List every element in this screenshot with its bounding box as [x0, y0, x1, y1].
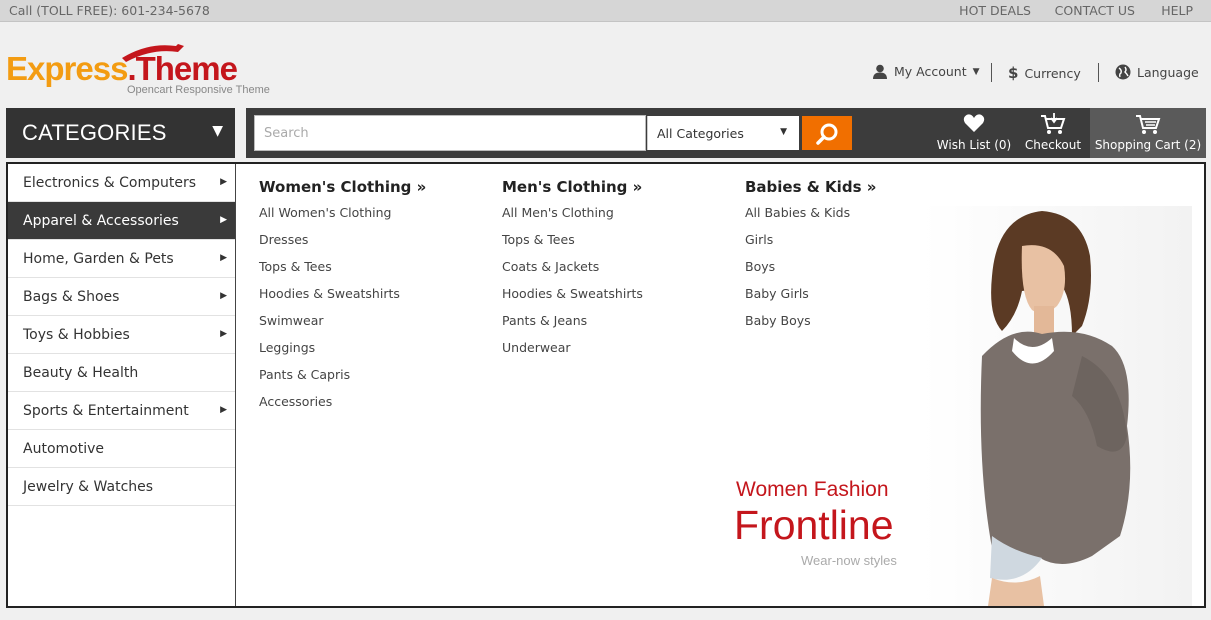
submenu-link[interactable]: Tops & Tees	[502, 232, 643, 259]
category-item-apparel[interactable]: Apparel & Accessories ▶	[8, 202, 235, 240]
submenu-link[interactable]: Coats & Jackets	[502, 259, 643, 286]
promo-line-1: Women Fashion	[736, 478, 889, 501]
category-item-label: Bags & Shoes	[23, 289, 120, 305]
divider	[991, 63, 992, 82]
globe-icon	[1115, 64, 1131, 80]
category-item-label: Automotive	[23, 441, 104, 457]
category-item-toys-hobbies[interactable]: Toys & Hobbies ▶	[8, 316, 235, 354]
category-item-bags-shoes[interactable]: Bags & Shoes ▶	[8, 278, 235, 316]
category-item-label: Beauty & Health	[23, 365, 139, 381]
chevron-down-icon: ▼	[212, 123, 223, 139]
submenu-heading-mens[interactable]: Men's Clothing »	[502, 178, 643, 196]
dollar-icon: $	[1008, 64, 1019, 82]
chevron-down-icon: ▼	[780, 127, 787, 137]
chevron-down-icon: ▼	[972, 66, 980, 77]
logo-tagline: Opencart Responsive Theme	[127, 84, 270, 96]
category-item-automotive[interactable]: Automotive	[8, 430, 235, 468]
shopping-cart-link[interactable]: Shopping Cart (2)	[1090, 108, 1206, 158]
contact-us-link[interactable]: CONTACT US	[1055, 3, 1135, 18]
divider	[1098, 63, 1099, 82]
category-item-beauty-health[interactable]: Beauty & Health	[8, 354, 235, 392]
category-item-label: Sports & Entertainment	[23, 403, 189, 419]
category-item-label: Toys & Hobbies	[23, 327, 130, 343]
submenu-link[interactable]: Leggings	[259, 340, 426, 367]
phone-number: Call (TOLL FREE): 601-234-5678	[9, 3, 210, 18]
submenu-link[interactable]: All Men's Clothing	[502, 205, 643, 232]
logo-word-theme: .Theme	[127, 50, 238, 87]
category-item-jewelry[interactable]: Jewelry & Watches	[8, 468, 235, 506]
submenu-mens: Men's Clothing » All Men's Clothing Tops…	[502, 178, 643, 367]
promo-line-2: Frontline	[734, 502, 894, 548]
search-button[interactable]	[802, 116, 852, 150]
submenu-link[interactable]: Hoodies & Sweatshirts	[259, 286, 426, 313]
search-box: All Categories ▼	[254, 115, 799, 151]
logo-word-express: Express	[6, 50, 128, 87]
language-label: Language	[1137, 64, 1199, 80]
mega-menu-panel: Electronics & Computers ▶ Apparel & Acce…	[6, 162, 1206, 608]
checkout-label: Checkout	[1024, 138, 1082, 152]
submenu-womens: Women's Clothing » All Women's Clothing …	[259, 178, 426, 421]
wishlist-link[interactable]: Wish List (0)	[936, 108, 1012, 158]
checkout-link[interactable]: Checkout	[1022, 108, 1084, 158]
logo-text: Express.Theme	[6, 50, 238, 88]
submenu-link[interactable]: All Women's Clothing	[259, 205, 426, 232]
category-item-label: Apparel & Accessories	[23, 213, 179, 229]
promo-line-3: Wear-now styles	[801, 553, 897, 568]
submenu-heading-womens[interactable]: Women's Clothing »	[259, 178, 426, 196]
category-item-label: Jewelry & Watches	[23, 479, 154, 495]
submenu-link[interactable]: Pants & Capris	[259, 367, 426, 394]
wishlist-label: Wish List (0)	[936, 138, 1012, 152]
search-icon	[816, 123, 838, 145]
promo-banner[interactable]: Women Fashion Frontline Wear-now styles	[732, 206, 1200, 606]
chevron-right-icon: ▶	[220, 253, 227, 263]
chevron-right-icon: ▶	[220, 177, 227, 187]
currency-label: Currency	[1024, 65, 1081, 81]
main-nav-bar: All Categories ▼ Wish List (0) Checkout …	[246, 108, 1206, 158]
language-link[interactable]: Language	[1115, 64, 1199, 80]
chevron-right-icon: ▶	[220, 405, 227, 415]
submenu-link[interactable]: Tops & Tees	[259, 259, 426, 286]
chevron-right-icon: ▶	[220, 215, 227, 225]
shopping-cart-icon	[1136, 115, 1161, 134]
shopping-cart-label: Shopping Cart (2)	[1094, 138, 1202, 152]
search-category-select[interactable]: All Categories ▼	[647, 116, 799, 150]
my-account-link[interactable]: My Account ▼	[872, 64, 980, 79]
submenu-heading-kids[interactable]: Babies & Kids »	[745, 178, 876, 196]
category-list: Electronics & Computers ▶ Apparel & Acce…	[8, 164, 236, 606]
currency-link[interactable]: $ Currency	[1008, 64, 1081, 82]
submenu-link[interactable]: Hoodies & Sweatshirts	[502, 286, 643, 313]
my-account-label: My Account	[894, 64, 967, 79]
search-input[interactable]	[255, 116, 647, 150]
categories-button[interactable]: CATEGORIES ▼	[6, 108, 235, 158]
submenu-link[interactable]: Swimwear	[259, 313, 426, 340]
checkout-cart-icon	[1041, 113, 1066, 134]
category-item-home-garden[interactable]: Home, Garden & Pets ▶	[8, 240, 235, 278]
submenu-link[interactable]: Underwear	[502, 340, 643, 367]
submenu-link[interactable]: Accessories	[259, 394, 426, 421]
hot-deals-link[interactable]: HOT DEALS	[959, 3, 1031, 18]
category-item-sports[interactable]: Sports & Entertainment ▶	[8, 392, 235, 430]
categories-label: CATEGORIES	[22, 120, 167, 145]
submenu-link[interactable]: Dresses	[259, 232, 426, 259]
user-icon	[873, 64, 887, 79]
help-link[interactable]: HELP	[1161, 3, 1193, 18]
chevron-right-icon: ▶	[220, 291, 227, 301]
search-category-value: All Categories	[657, 126, 744, 141]
category-item-electronics[interactable]: Electronics & Computers ▶	[8, 164, 235, 202]
top-bar: Call (TOLL FREE): 601-234-5678 HOT DEALS…	[0, 0, 1211, 22]
submenu-link[interactable]: Pants & Jeans	[502, 313, 643, 340]
site-logo[interactable]: Express.Theme Opencart Responsive Theme	[6, 40, 271, 100]
category-item-label: Home, Garden & Pets	[23, 251, 174, 267]
fashion-model-image	[922, 206, 1192, 606]
chevron-right-icon: ▶	[220, 329, 227, 339]
heart-icon	[963, 114, 985, 132]
category-item-label: Electronics & Computers	[23, 175, 197, 191]
